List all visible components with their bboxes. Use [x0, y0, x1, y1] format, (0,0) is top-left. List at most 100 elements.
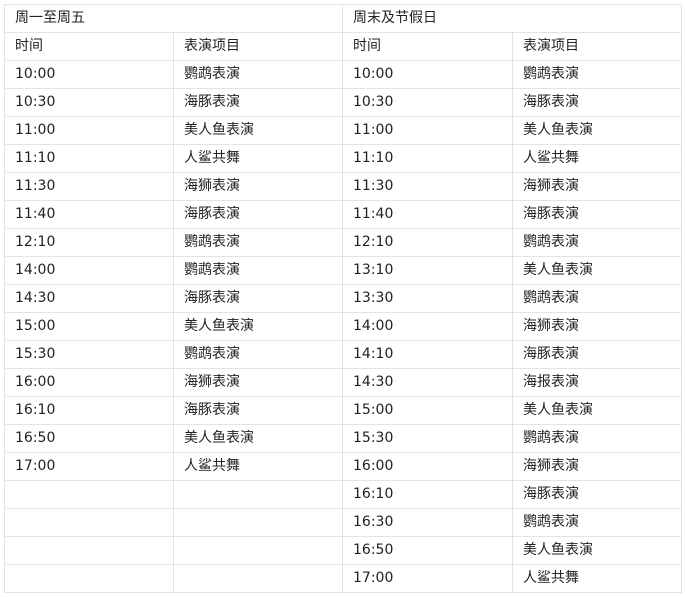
table-row: 16:00 海狮表演 14:30 海报表演 — [4, 368, 682, 397]
weekday-show-cell: 海豚表演 — [173, 284, 343, 313]
table-row: 16:50 美人鱼表演 15:30 鹦鹉表演 — [4, 424, 682, 453]
weekday-show-cell: 鹦鹉表演 — [173, 228, 343, 257]
weekend-time-header: 时间 — [342, 32, 513, 61]
weekday-time-cell: 12:10 — [4, 228, 174, 257]
weekend-show-cell: 海豚表演 — [512, 480, 682, 509]
weekend-time-cell: 10:00 — [342, 60, 513, 89]
table-row: 16:30 鹦鹉表演 — [4, 508, 682, 537]
table-row: 11:30 海狮表演 11:30 海狮表演 — [4, 172, 682, 201]
weekday-time-cell — [4, 480, 174, 509]
weekday-time-cell: 10:30 — [4, 88, 174, 117]
weekend-time-cell: 11:10 — [342, 144, 513, 173]
table-row: 10:00 鹦鹉表演 10:00 鹦鹉表演 — [4, 60, 682, 89]
weekend-time-cell: 16:00 — [342, 452, 513, 481]
weekday-time-cell: 14:30 — [4, 284, 174, 313]
weekend-time-cell: 16:10 — [342, 480, 513, 509]
weekend-show-cell: 海豚表演 — [512, 340, 682, 369]
table-row: 12:10 鹦鹉表演 12:10 鹦鹉表演 — [4, 228, 682, 257]
weekend-time-cell: 15:30 — [342, 424, 513, 453]
table-row: 16:50 美人鱼表演 — [4, 536, 682, 565]
weekday-show-cell — [173, 536, 343, 565]
weekday-show-cell — [173, 480, 343, 509]
weekday-show-cell: 美人鱼表演 — [173, 116, 343, 145]
table-row: 14:30 海豚表演 13:30 鹦鹉表演 — [4, 284, 682, 313]
weekday-time-header: 时间 — [4, 32, 174, 61]
weekday-time-cell: 16:10 — [4, 396, 174, 425]
table-row: 10:30 海豚表演 10:30 海豚表演 — [4, 88, 682, 117]
weekend-show-cell: 鹦鹉表演 — [512, 424, 682, 453]
weekend-time-cell: 16:30 — [342, 508, 513, 537]
table-row: 15:00 美人鱼表演 14:00 海狮表演 — [4, 312, 682, 341]
weekend-time-cell: 10:30 — [342, 88, 513, 117]
weekday-time-cell — [4, 536, 174, 565]
schedule-body: 周一至周五 周末及节假日 时间 表演项目 时间 表演项目 10:00 鹦鹉表演 10… — [4, 4, 682, 593]
weekday-show-cell: 鹦鹉表演 — [173, 340, 343, 369]
weekday-time-cell: 15:30 — [4, 340, 174, 369]
weekend-time-cell: 17:00 — [342, 564, 513, 593]
weekend-show-header: 表演项目 — [512, 32, 682, 61]
table-row: 16:10 海豚表演 — [4, 480, 682, 509]
table-row: 14:00 鹦鹉表演 13:10 美人鱼表演 — [4, 256, 682, 285]
weekend-show-cell: 海豚表演 — [512, 88, 682, 117]
weekday-time-cell: 11:30 — [4, 172, 174, 201]
weekend-show-cell: 海报表演 — [512, 368, 682, 397]
table-row: 17:00 人鲨共舞 16:00 海狮表演 — [4, 452, 682, 481]
weekday-show-cell: 海豚表演 — [173, 396, 343, 425]
weekday-time-cell: 14:00 — [4, 256, 174, 285]
weekend-show-cell: 美人鱼表演 — [512, 116, 682, 145]
weekend-show-cell: 海狮表演 — [512, 312, 682, 341]
weekday-show-cell: 海豚表演 — [173, 200, 343, 229]
weekday-show-header: 表演项目 — [173, 32, 343, 61]
weekday-show-cell — [173, 564, 343, 593]
section-title-row: 周一至周五 周末及节假日 — [4, 4, 682, 33]
weekend-show-cell: 海狮表演 — [512, 172, 682, 201]
weekend-time-cell: 11:00 — [342, 116, 513, 145]
weekend-time-cell: 13:10 — [342, 256, 513, 285]
weekday-time-cell — [4, 508, 174, 537]
weekend-time-cell: 14:30 — [342, 368, 513, 397]
weekday-show-cell: 海狮表演 — [173, 368, 343, 397]
weekend-show-cell: 海豚表演 — [512, 200, 682, 229]
weekday-show-cell — [173, 508, 343, 537]
weekday-time-cell: 11:40 — [4, 200, 174, 229]
weekday-time-cell: 11:00 — [4, 116, 174, 145]
weekend-title: 周末及节假日 — [342, 4, 682, 33]
weekday-show-cell: 海豚表演 — [173, 88, 343, 117]
weekend-time-cell: 13:30 — [342, 284, 513, 313]
weekend-time-cell: 16:50 — [342, 536, 513, 565]
weekday-title: 周一至周五 — [4, 4, 343, 33]
weekday-show-cell: 美人鱼表演 — [173, 312, 343, 341]
show-schedule-table: 周一至周五 周末及节假日 时间 表演项目 时间 表演项目 10:00 鹦鹉表演 10… — [4, 4, 682, 593]
weekday-time-cell: 11:10 — [4, 144, 174, 173]
weekday-time-cell: 16:00 — [4, 368, 174, 397]
weekday-show-cell: 鹦鹉表演 — [173, 256, 343, 285]
weekend-show-cell: 美人鱼表演 — [512, 536, 682, 565]
weekend-show-cell: 鹦鹉表演 — [512, 508, 682, 537]
weekday-show-cell: 鹦鹉表演 — [173, 60, 343, 89]
table-row: 11:00 美人鱼表演 11:00 美人鱼表演 — [4, 116, 682, 145]
weekday-show-cell: 人鲨共舞 — [173, 144, 343, 173]
weekend-show-cell: 鹦鹉表演 — [512, 284, 682, 313]
weekday-time-cell: 16:50 — [4, 424, 174, 453]
table-row: 11:10 人鲨共舞 11:10 人鲨共舞 — [4, 144, 682, 173]
weekend-show-cell: 鹦鹉表演 — [512, 60, 682, 89]
weekend-time-cell: 11:40 — [342, 200, 513, 229]
weekday-time-cell — [4, 564, 174, 593]
table-row: 15:30 鹦鹉表演 14:10 海豚表演 — [4, 340, 682, 369]
weekday-show-cell: 人鲨共舞 — [173, 452, 343, 481]
weekend-time-cell: 11:30 — [342, 172, 513, 201]
weekday-show-cell: 海狮表演 — [173, 172, 343, 201]
weekend-time-cell: 12:10 — [342, 228, 513, 257]
weekend-show-cell: 人鲨共舞 — [512, 144, 682, 173]
table-row: 11:40 海豚表演 11:40 海豚表演 — [4, 200, 682, 229]
table-row: 16:10 海豚表演 15:00 美人鱼表演 — [4, 396, 682, 425]
table-row: 17:00 人鲨共舞 — [4, 564, 682, 593]
weekend-show-cell: 美人鱼表演 — [512, 256, 682, 285]
weekend-show-cell: 人鲨共舞 — [512, 564, 682, 593]
weekday-show-cell: 美人鱼表演 — [173, 424, 343, 453]
weekday-time-cell: 17:00 — [4, 452, 174, 481]
weekday-time-cell: 15:00 — [4, 312, 174, 341]
weekend-time-cell: 14:10 — [342, 340, 513, 369]
weekend-show-cell: 海狮表演 — [512, 452, 682, 481]
weekday-time-cell: 10:00 — [4, 60, 174, 89]
